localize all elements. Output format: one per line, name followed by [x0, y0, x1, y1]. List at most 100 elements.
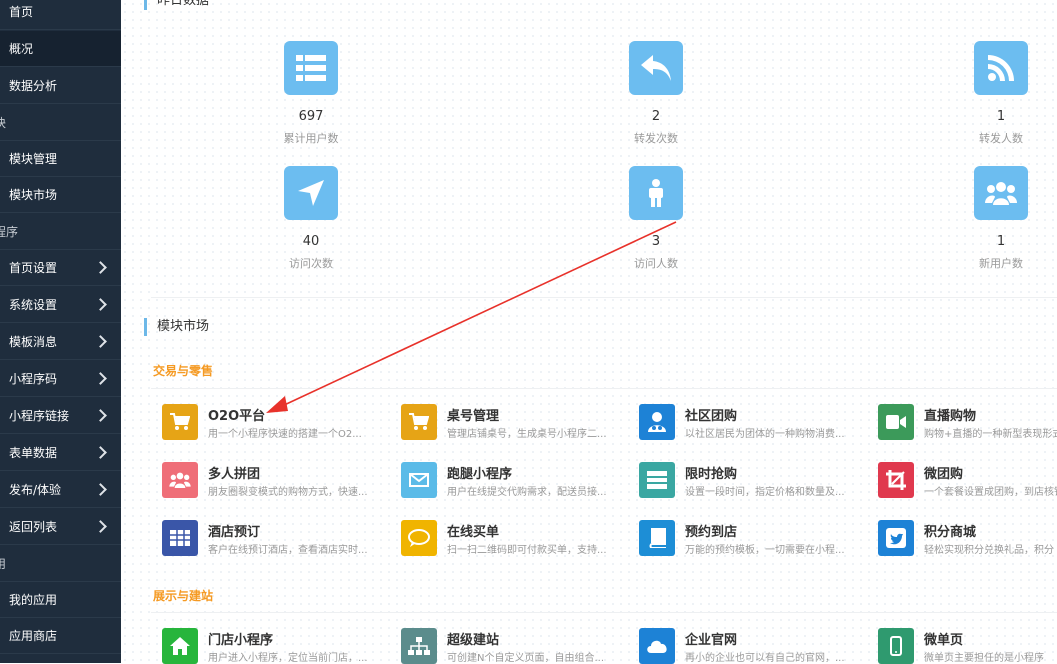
module-name: 跑腿小程序: [447, 467, 513, 482]
users-icon: [162, 462, 198, 498]
module-name: 在线买单: [447, 525, 500, 540]
cart-icon: [401, 404, 437, 440]
chevron-right-icon: [94, 261, 107, 274]
server-icon: [639, 462, 675, 498]
module-desc: 万能的预约模板，一切需要在小程...: [685, 545, 845, 556]
group-buy-icon: [639, 404, 675, 440]
sidebar-item-app-store[interactable]: 应用商店: [0, 618, 121, 654]
video-icon: [878, 404, 914, 440]
mobile-icon: [878, 628, 914, 664]
module-desc: 扫一扫二维码即可付款买单，支持...: [447, 545, 607, 556]
module-name: 酒店预订: [208, 525, 261, 540]
sidebar-item-home-settings[interactable]: 首页设置: [0, 250, 121, 286]
sidebar-item-label: 模块管理: [9, 152, 58, 166]
sidebar-item-form-data[interactable]: 表单数据: [0, 435, 121, 471]
module-desc: 用户在线提交代购需求，配送员接...: [447, 487, 607, 498]
chevron-right-icon: [94, 446, 107, 459]
module-desc: 用户进入小程序，定位当前门店，...: [208, 653, 368, 664]
rss-icon: [974, 41, 1028, 95]
stat-visits: 40 访问次数: [251, 166, 371, 271]
module-community-group-buy[interactable]: 社区团购 以社区居民为团体的一种购物消费...: [639, 404, 869, 440]
stat-value: 2: [651, 109, 661, 124]
sidebar-item-label: 概况: [9, 42, 34, 56]
book-icon: [639, 520, 675, 556]
cart-icon: [162, 404, 198, 440]
module-micro-group-buy[interactable]: 微团购 一个套餐设置成团购，到店核销: [878, 462, 1057, 498]
sidebar-item-publish[interactable]: 发布/体验: [0, 472, 121, 508]
module-micro-single-page[interactable]: 微单页 微单页主要担任的是小程序: [878, 628, 1057, 664]
sidebar-item-my-apps[interactable]: 我的应用: [0, 582, 121, 618]
sidebar-item-data-analysis[interactable]: 数据分析: [0, 68, 121, 104]
sidebar-section-label: 块: [0, 116, 7, 130]
chevron-right-icon: [94, 298, 107, 311]
module-name: 桌号管理: [447, 409, 500, 424]
sidebar-item-label: 小程序码: [9, 372, 58, 386]
sidebar-section-miniprogram: 程序: [0, 214, 121, 250]
module-name: 企业官网: [685, 633, 738, 648]
module-name: 社区团购: [685, 409, 738, 424]
module-table-number[interactable]: 桌号管理 管理店铺桌号，生成桌号小程序二...: [401, 404, 631, 440]
sidebar-item-miniprogram-code[interactable]: 小程序码: [0, 361, 121, 397]
module-corporate-site[interactable]: 企业官网 再小的企业也可以有自己的官网，...: [639, 628, 869, 664]
module-desc: 管理店铺桌号，生成桌号小程序二...: [447, 429, 607, 440]
sidebar: 首页 概况 数据分析 块 模块管理 模块市场 程序 首页设置 系统设置 模板消息…: [0, 0, 121, 663]
yesterday-title: 昨日数据: [144, 0, 209, 10]
module-errand[interactable]: 跑腿小程序 用户在线提交代购需求，配送员接...: [401, 462, 631, 498]
chevron-right-icon: [94, 483, 107, 496]
module-group-buy[interactable]: 多人拼团 朋友圈裂变模式的购物方式，快速...: [162, 462, 392, 498]
module-desc: 再小的企业也可以有自己的官网，...: [685, 653, 845, 664]
module-points-mall[interactable]: 积分商城 轻松实现积分兑换礼品，积分: [878, 520, 1057, 556]
sidebar-item-system-settings[interactable]: 系统设置: [0, 287, 121, 323]
module-super-site-builder[interactable]: 超级建站 可创建N个自定义页面，自由组合...: [401, 628, 631, 664]
stat-label: 转发人数: [979, 132, 1023, 145]
module-desc: 设置一段时间，指定价格和数量及...: [685, 487, 845, 498]
module-name: 超级建站: [447, 633, 500, 648]
module-flash-sale[interactable]: 限时抢购 设置一段时间，指定价格和数量及...: [639, 462, 869, 498]
list-icon: [284, 41, 338, 95]
main-content: 昨日数据 697 累计用户数 2 转发次数 1 转发人数 40 访问次数 3 访: [121, 0, 1057, 664]
divider: [151, 388, 1057, 389]
sidebar-item-label: 首页: [9, 5, 34, 19]
sitemap-icon: [401, 628, 437, 664]
stat-visitors: 3 访问人数: [596, 166, 716, 271]
chevron-right-icon: [94, 520, 107, 533]
module-online-payment[interactable]: 在线买单 扫一扫二维码即可付款买单，支持...: [401, 520, 631, 556]
module-o2o[interactable]: O2O平台 用一个小程序快速的搭建一个O2...: [162, 404, 392, 440]
module-hotel-booking[interactable]: 酒店预订 客户在线预订酒店，查看酒店实时...: [162, 520, 392, 556]
divider: [151, 612, 1057, 613]
divider: [151, 297, 1057, 298]
module-desc: 微单页主要担任的是小程序: [924, 653, 1044, 664]
sidebar-item-module-management[interactable]: 模块管理: [0, 141, 121, 177]
module-name: 微单页: [924, 633, 964, 648]
module-name: 多人拼团: [208, 467, 261, 482]
users-icon: [974, 166, 1028, 220]
sidebar-item-module-market[interactable]: 模块市场: [0, 177, 121, 213]
sidebar-section-label: 程序: [0, 225, 19, 239]
module-live-shopping[interactable]: 直播购物 购物+直播的一种新型表现形式: [878, 404, 1057, 440]
group-title-showcase: 展示与建站: [153, 589, 214, 603]
sidebar-section-apps: 用: [0, 546, 121, 582]
sidebar-item-label: 我的应用: [9, 593, 58, 607]
module-appointment[interactable]: 预约到店 万能的预约模板，一切需要在小程...: [639, 520, 869, 556]
sidebar-item-label: 发布/体验: [9, 483, 62, 497]
module-market-title: 模块市场: [144, 318, 209, 336]
sidebar-item-home[interactable]: 首页: [0, 0, 121, 30]
module-desc: 购物+直播的一种新型表现形式: [924, 429, 1057, 440]
stat-label: 访问人数: [634, 257, 678, 270]
module-desc: 一个套餐设置成团购，到店核销: [924, 487, 1057, 498]
stat-label: 累计用户数: [283, 132, 339, 145]
envelope-icon: [401, 462, 437, 498]
sidebar-section-modules: 块: [0, 105, 121, 141]
sidebar-section-label: 用: [0, 557, 7, 571]
sidebar-item-template-messages[interactable]: 模板消息: [0, 324, 121, 360]
chevron-right-icon: [94, 335, 107, 348]
sidebar-item-miniprogram-link[interactable]: 小程序链接: [0, 398, 121, 434]
module-name: 预约到店: [685, 525, 738, 540]
module-desc: 朋友圈裂变模式的购物方式，快速...: [208, 487, 368, 498]
home-icon: [162, 628, 198, 664]
sidebar-item-back-to-list[interactable]: 返回列表: [0, 509, 121, 545]
comment-icon: [401, 520, 437, 556]
sidebar-item-overview[interactable]: 概况: [0, 31, 121, 67]
sidebar-item-label: 应用商店: [9, 629, 58, 643]
module-store-miniprogram[interactable]: 门店小程序 用户进入小程序，定位当前门店，...: [162, 628, 392, 664]
